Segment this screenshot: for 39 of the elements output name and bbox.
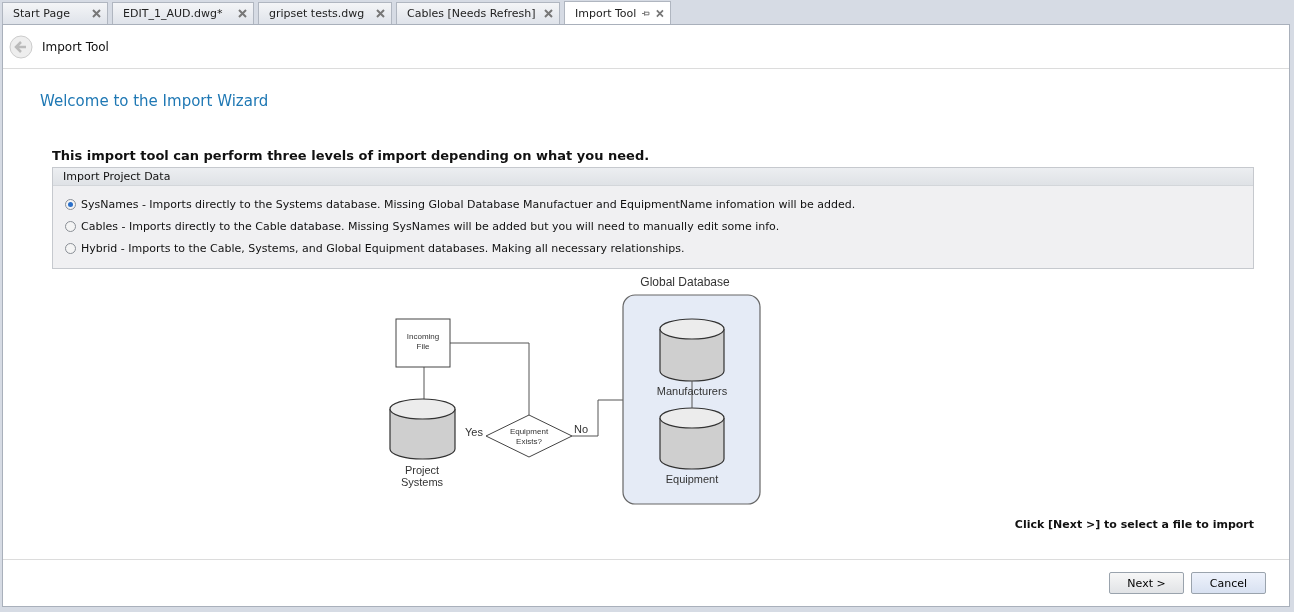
document-tab[interactable]: Cables [Needs Refresh] <box>396 2 560 24</box>
diagram-label: Incoming <box>406 332 440 341</box>
diagram-label: Project <box>404 464 440 476</box>
group-title: Import Project Data <box>53 168 1253 186</box>
diagram-label: Global Database <box>640 275 730 289</box>
diagram-label: Equipment <box>665 473 719 485</box>
close-icon[interactable] <box>656 8 664 18</box>
file-node <box>395 318 451 368</box>
wizard-title: Welcome to the Import Wizard <box>40 92 270 110</box>
diagram-label: Manufacturers <box>656 385 728 397</box>
close-icon[interactable] <box>238 9 247 18</box>
pin-icon[interactable] <box>642 8 651 18</box>
radio-button[interactable] <box>65 199 76 210</box>
radio-button[interactable] <box>65 221 76 232</box>
database-icon <box>659 318 725 382</box>
hint-text: Click [Next >] to select a file to import <box>1014 518 1254 531</box>
option-label: SysNames - Imports directly to the Systems database. Missing Global Database Manufactuer and EquipmentName infomation will be added. <box>81 198 856 211</box>
option-label: Hybrid - Imports to the Cable, Systems, and Global Equipment databases. Making all necessary relationships. <box>81 242 685 255</box>
close-icon[interactable] <box>376 9 385 18</box>
diagram-label: Exists? <box>516 437 542 446</box>
next-button[interactable]: Next > <box>1109 572 1184 594</box>
diagram-label: Yes <box>465 426 483 438</box>
document-tab[interactable]: Import Tool <box>564 1 671 24</box>
database-icon <box>389 398 456 460</box>
page-title: Import Tool <box>42 39 109 54</box>
database-icon <box>659 407 725 470</box>
cancel-button[interactable]: Cancel <box>1191 572 1266 594</box>
diagram-label: File <box>416 342 430 351</box>
diagram-label: No <box>574 423 589 435</box>
diagram-label: Systems <box>400 476 444 488</box>
radio-button[interactable] <box>65 243 76 254</box>
diagram-label: Equipment <box>509 427 549 436</box>
close-icon[interactable] <box>544 9 553 18</box>
document-tab[interactable]: EDIT_1_AUD.dwg* <box>112 2 254 24</box>
option-label: Cables - Imports directly to the Cable database. Missing SysNames will be added but you will need to manually edit some info. <box>81 220 780 233</box>
document-tab[interactable]: Start Page <box>2 2 108 24</box>
close-icon[interactable] <box>92 9 101 18</box>
intro-text: This import tool can perform three levels of import depending on what you need. <box>52 148 651 163</box>
document-tab[interactable]: gripset tests.dwg <box>258 2 392 24</box>
